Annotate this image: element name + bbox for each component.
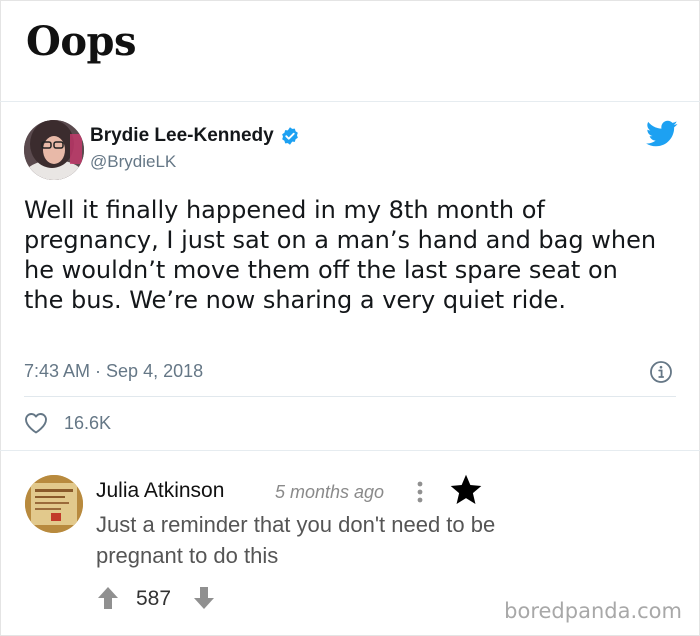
comment-timestamp: 5 months ago <box>275 482 385 502</box>
upvote-arrow-icon[interactable] <box>96 585 120 611</box>
section-divider <box>0 450 700 451</box>
comment-author-avatar[interactable] <box>25 475 83 533</box>
title-divider <box>0 101 700 102</box>
avatar-photo <box>24 120 84 180</box>
downvote-arrow-icon[interactable] <box>192 585 216 611</box>
comment-author-name[interactable]: Julia Atkinson <box>96 478 224 504</box>
like-count: 16.6K <box>64 413 112 433</box>
watermark: boredpanda.com <box>504 599 682 623</box>
tweet-text: Well it finally happened in my 8th month… <box>24 196 657 314</box>
tweet-timestamp[interactable]: 7:43 AM · Sep 4, 2018 <box>24 360 203 382</box>
tweet-author-name-row[interactable]: Brydie Lee-Kennedy <box>90 124 300 148</box>
comment-text: Just a reminder that you don't need to b… <box>96 512 496 568</box>
twitter-bird-icon[interactable] <box>646 120 678 148</box>
tweet-author-handle[interactable]: @BrydieLK <box>90 151 176 173</box>
tweet-author-name[interactable]: Brydie Lee-Kennedy <box>90 124 274 148</box>
tweet-author-avatar[interactable] <box>24 120 84 180</box>
vote-count: 587 <box>136 587 172 610</box>
info-icon[interactable] <box>649 360 673 384</box>
avatar-image <box>25 475 83 533</box>
tweet-divider <box>24 396 676 397</box>
post-title: Oops <box>26 18 137 65</box>
star-icon[interactable] <box>448 472 484 508</box>
kebab-menu-icon[interactable] <box>414 479 426 505</box>
heart-icon[interactable] <box>24 412 48 434</box>
verified-badge-icon <box>280 126 300 146</box>
